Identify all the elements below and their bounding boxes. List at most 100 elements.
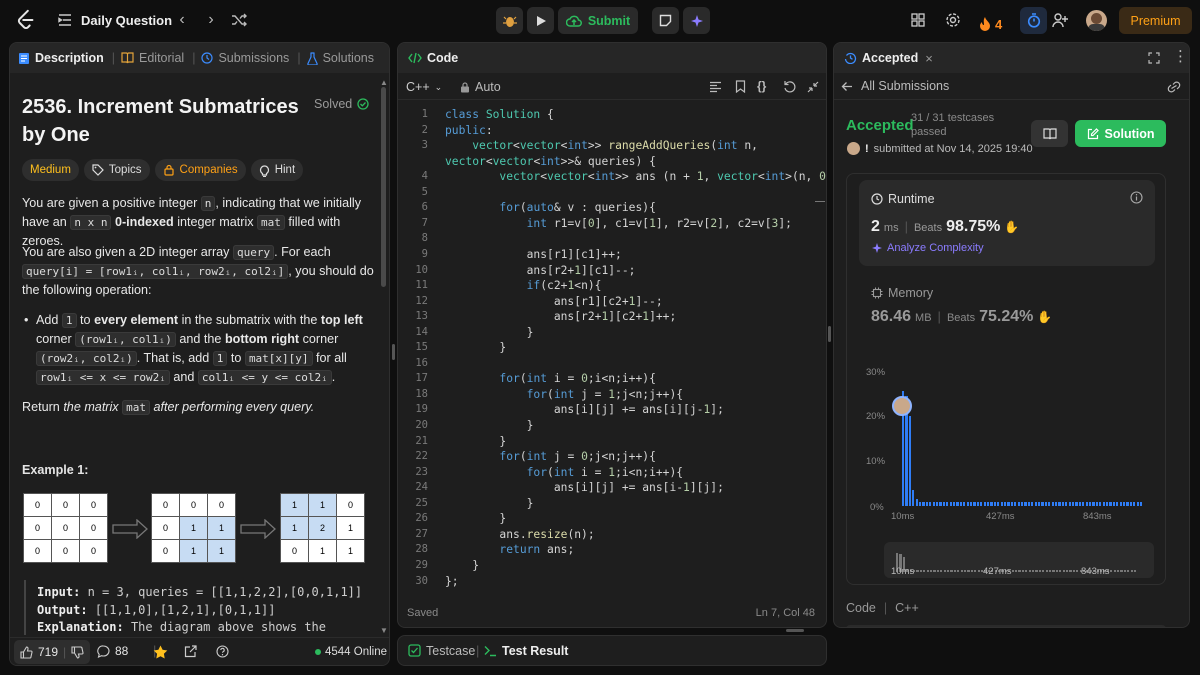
analyze-complexity-link[interactable]: Analyze Complexity [871, 242, 984, 254]
chart-bar[interactable] [1140, 501, 1143, 506]
chart-bar[interactable] [1068, 501, 1071, 506]
chart-bar[interactable] [1116, 501, 1119, 506]
prev-question-icon[interactable]: ‹ [173, 11, 191, 29]
code-line[interactable]: return ans; [445, 543, 574, 559]
code-line[interactable]: } [445, 341, 506, 357]
chart-bar[interactable] [1031, 501, 1034, 506]
more-options-icon[interactable]: ⋮ [1173, 47, 1188, 65]
right-resize-handle[interactable] [828, 326, 831, 342]
code-line[interactable]: ans.resize(n); [445, 528, 594, 544]
chart-bar[interactable] [1061, 501, 1064, 506]
chart-bar[interactable] [1106, 501, 1109, 506]
chart-bar[interactable] [980, 501, 983, 506]
chart-bar[interactable] [936, 501, 939, 506]
chart-bar[interactable] [987, 501, 990, 506]
chart-bar[interactable] [1075, 501, 1078, 506]
chart-bar[interactable] [959, 501, 962, 506]
settings-gear-icon[interactable] [945, 12, 961, 28]
code-line[interactable]: ans[i][j] += ans[i][j-1]; [445, 403, 724, 419]
chart-bar[interactable] [983, 501, 986, 506]
lock-icon[interactable] [460, 82, 470, 93]
chart-bar[interactable] [970, 501, 973, 506]
chart-bar[interactable] [1004, 501, 1007, 506]
chart-bar[interactable] [1044, 501, 1047, 506]
user-avatar[interactable] [1086, 10, 1107, 31]
leetcode-logo-icon[interactable] [14, 9, 38, 31]
thumbs-down-icon[interactable] [71, 645, 84, 659]
chart-bar[interactable] [1082, 501, 1085, 506]
chart-bar[interactable] [912, 490, 915, 506]
language-select[interactable]: C++ ⌄ [406, 80, 442, 94]
code-line[interactable]: } [445, 512, 506, 528]
chart-bar[interactable] [997, 501, 1000, 506]
code-line[interactable]: for(int i = 1;i<n;i++){ [445, 466, 683, 482]
code-line[interactable]: for(auto& v : queries){ [445, 201, 655, 217]
timer-button[interactable] [1020, 7, 1047, 34]
collapse-icon[interactable] [807, 81, 819, 93]
problem-title[interactable]: 2536. Increment Submatrices by One [22, 93, 307, 149]
chart-bar[interactable] [1092, 501, 1095, 506]
reset-icon[interactable] [783, 80, 796, 93]
layout-grid-icon[interactable] [911, 13, 925, 27]
chart-bar[interactable] [1136, 501, 1139, 506]
tab-accepted[interactable]: Accepted × [844, 43, 933, 73]
run-button[interactable] [527, 7, 554, 34]
chart-bar[interactable] [1099, 501, 1102, 506]
left-resize-handle[interactable] [392, 344, 395, 360]
companies-tag[interactable]: Companies [154, 159, 246, 181]
chart-bar[interactable] [993, 501, 996, 506]
scroll-down-icon[interactable]: ▼ [380, 626, 388, 635]
code-line[interactable]: for(int j = 0;j<n;j++){ [445, 450, 655, 466]
chart-bar[interactable] [1041, 501, 1044, 506]
description-scrollbar[interactable] [381, 87, 386, 287]
add-friend-icon[interactable] [1052, 12, 1069, 28]
chart-bar[interactable] [1034, 501, 1037, 506]
chart-bar[interactable] [990, 501, 993, 506]
chart-bar[interactable] [1065, 501, 1068, 506]
chart-bar[interactable] [922, 501, 925, 506]
chart-bar[interactable] [1000, 501, 1003, 506]
back-to-submissions[interactable]: All Submissions [841, 79, 949, 93]
chart-bar[interactable] [1102, 501, 1105, 506]
chart-bar[interactable] [939, 501, 942, 506]
scroll-up-icon[interactable]: ▲ [380, 78, 388, 87]
tab-testcase[interactable]: Testcase [408, 637, 475, 664]
tab-solutions[interactable]: Solutions [306, 43, 374, 73]
code-line[interactable]: } [445, 326, 534, 342]
code-line[interactable]: int r1=v[0], c1=v[1], r2=v[2], c2=v[3]; [445, 217, 792, 233]
shuffle-icon[interactable] [231, 12, 247, 28]
chart-bar[interactable] [919, 501, 922, 506]
submitter-avatar[interactable] [847, 142, 860, 155]
premium-button[interactable]: Premium [1119, 7, 1192, 34]
code-line[interactable]: ans[r2+1][c1]--; [445, 264, 636, 280]
ai-assistant-button[interactable] [683, 7, 710, 34]
bookmark-icon[interactable] [735, 80, 746, 93]
chart-bar[interactable] [1024, 501, 1027, 506]
code-line[interactable]: if(c2+1<n){ [445, 279, 602, 295]
help-icon[interactable] [216, 645, 229, 658]
code-line[interactable]: vector<vector<int>> rangeAddQueries(int … [445, 139, 758, 155]
braces-icon[interactable]: {} [757, 79, 766, 93]
chart-bar[interactable] [929, 501, 932, 506]
difficulty-badge[interactable]: Medium [22, 159, 79, 181]
your-submission-marker[interactable] [892, 396, 912, 416]
chart-bar[interactable] [1027, 501, 1030, 506]
problem-list-icon[interactable] [58, 13, 72, 27]
favorite-star-icon[interactable] [153, 645, 168, 659]
code-line[interactable]: ans[i][j] += ans[i-1][j]; [445, 481, 724, 497]
comments-button[interactable]: 88 [97, 644, 128, 658]
code-line[interactable]: class Solution { [445, 108, 554, 124]
streak-counter[interactable]: 4 [979, 12, 1002, 36]
chart-bar[interactable] [1055, 501, 1058, 506]
chart-bar[interactable] [1058, 501, 1061, 506]
chart-bar[interactable] [1048, 501, 1051, 506]
share-icon[interactable] [184, 645, 197, 658]
chart-bar[interactable] [932, 501, 935, 506]
code-line[interactable]: public: [445, 124, 493, 140]
code-line[interactable]: ans[r2+1][c2+1]++; [445, 310, 676, 326]
runtime-distribution-chart[interactable]: 30% 20% 10% 0% [847, 354, 1167, 514]
link-icon[interactable] [1167, 81, 1181, 93]
code-line[interactable]: ans[r1][c1]++; [445, 248, 622, 264]
memory-card[interactable]: Memory 86.46 MB | Beats 75.24% ✋ [859, 280, 1155, 340]
info-icon[interactable] [1130, 191, 1143, 204]
